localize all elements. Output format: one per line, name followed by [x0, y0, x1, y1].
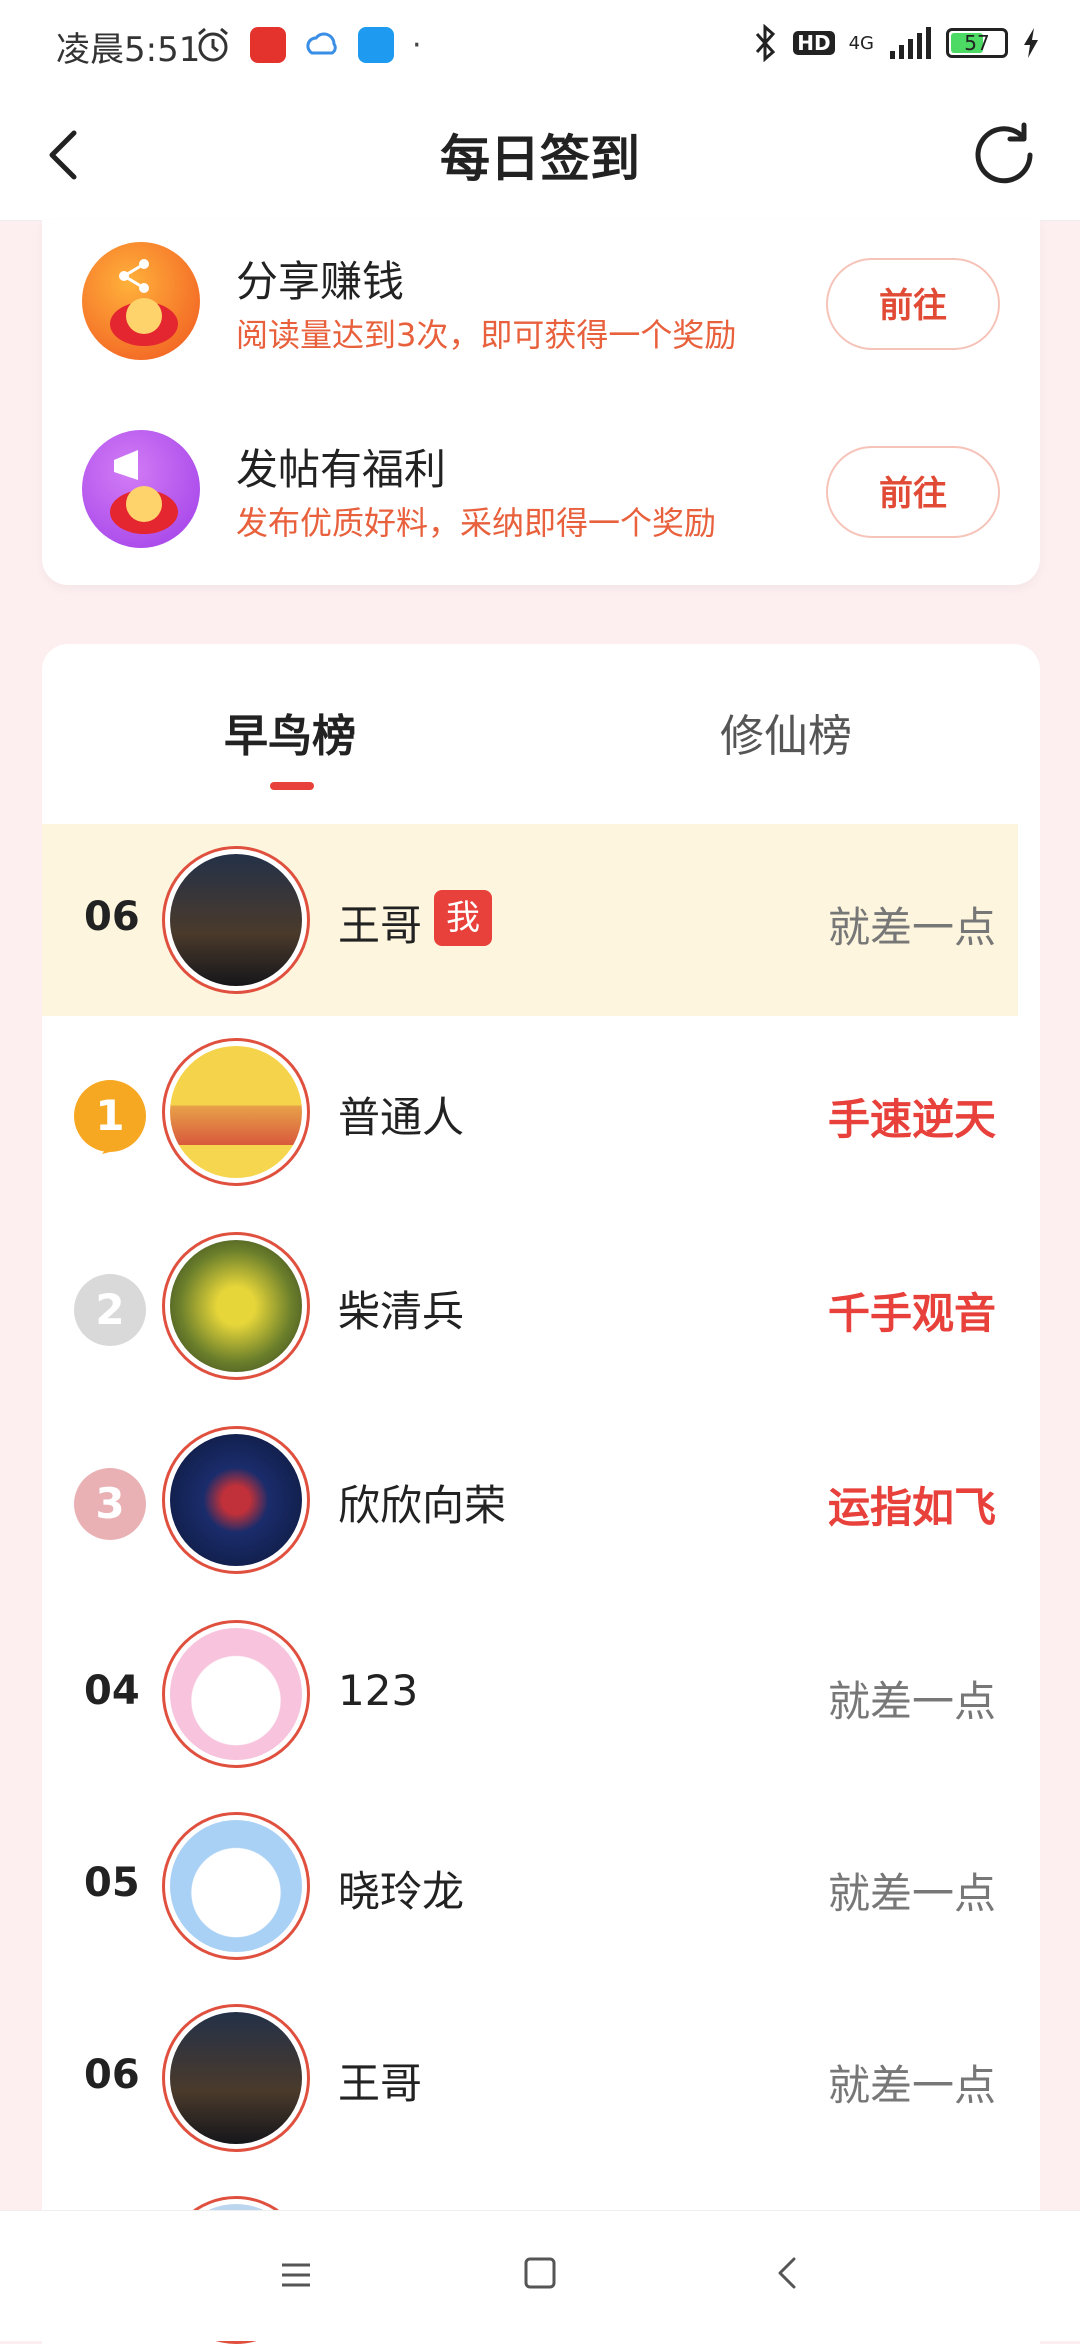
more-dot-icon: ·	[412, 27, 422, 63]
rank-number: 06	[84, 894, 140, 940]
bluetooth-icon	[756, 24, 776, 62]
menu-icon[interactable]	[278, 2257, 314, 2293]
task-desc: 阅读量达到3次，即可获得一个奖励	[236, 316, 737, 354]
cloud-app-icon	[306, 32, 337, 55]
avatar	[162, 1426, 310, 1574]
app-notification-icon	[250, 27, 286, 63]
rank-status: 就差一点	[827, 903, 996, 952]
status-right-icons: HD 4G 57	[753, 24, 1040, 62]
task-title: 分享赚钱	[236, 257, 405, 306]
avatar	[162, 1620, 310, 1768]
ranking-row-me[interactable]: 06 王哥 我 就差一点	[42, 824, 1018, 1016]
ranking-row[interactable]: 04 123 就差一点	[42, 1598, 1018, 1790]
ranking-card: 早鸟榜 修仙榜 06 王哥 我 就差一点 1 普通人 手速逆天 2 柴清兵 千手…	[42, 644, 1040, 2344]
network-type: 4G	[848, 32, 874, 54]
system-nav-bar	[0, 2210, 1080, 2341]
refresh-icon	[975, 122, 1033, 184]
avatar	[162, 1812, 310, 1960]
blue-app-icon	[358, 27, 394, 63]
tab-early-bird[interactable]: 早鸟榜	[224, 700, 356, 764]
rank-number: 05	[84, 1860, 140, 1906]
gold-medal-icon: 1	[74, 1080, 146, 1154]
username: 普通人	[338, 1093, 465, 1142]
rank-status: 千手观音	[827, 1289, 996, 1338]
silver-medal-icon: 2	[74, 1274, 146, 1346]
username: 晓玲龙	[338, 1867, 465, 1916]
rank-status: 就差一点	[827, 1869, 996, 1918]
ranking-row[interactable]: 06 王哥 就差一点	[42, 1982, 1018, 2174]
task-share: 分享赚钱 阅读量达到3次，即可获得一个奖励 前往	[42, 228, 1040, 378]
task-card: 分享赚钱 阅读量达到3次，即可获得一个奖励 前往 发帖有福利 发布优质好料，采纳…	[42, 220, 1040, 585]
alarm-icon	[198, 27, 228, 62]
top-navbar: 每日签到	[0, 95, 1080, 221]
ranking-row[interactable]: 2 柴清兵 千手观音	[42, 1210, 1018, 1402]
avatar	[162, 1232, 310, 1380]
ranking-row[interactable]: 3 欣欣向荣 运指如飞	[42, 1404, 1018, 1596]
page-title: 每日签到	[440, 130, 640, 188]
rank-status: 就差一点	[827, 1677, 996, 1726]
status-bar: 凌晨5:51 · HD 4G 57	[0, 0, 1080, 95]
back-triangle-icon[interactable]	[770, 2255, 806, 2291]
username: 123	[338, 1666, 419, 1715]
me-badge: 我	[434, 890, 492, 946]
tab-immortal[interactable]: 修仙榜	[720, 700, 852, 764]
rank-number: 04	[84, 1668, 140, 1714]
notification-icons: ·	[194, 26, 422, 64]
username: 欣欣向荣	[338, 1481, 507, 1530]
ranking-row[interactable]: 1 普通人 手速逆天	[42, 1016, 1018, 1208]
username: 王哥	[338, 901, 423, 950]
svg-text:2: 2	[95, 1285, 124, 1334]
rank-status: 就差一点	[827, 2061, 996, 2110]
svg-text:1: 1	[95, 1091, 124, 1140]
home-square-icon[interactable]	[522, 2255, 558, 2291]
bronze-medal-icon: 3	[74, 1468, 146, 1540]
go-button-share[interactable]: 前往	[826, 258, 1000, 350]
go-button-post[interactable]: 前往	[826, 446, 1000, 538]
task-title: 发帖有福利	[236, 445, 447, 494]
charging-icon	[1024, 28, 1038, 58]
signal-icon	[890, 27, 931, 59]
battery-level: 57	[964, 31, 990, 55]
username: 柴清兵	[338, 1287, 465, 1336]
rank-status: 运指如飞	[827, 1483, 996, 1532]
task-post: 发帖有福利 发布优质好料，采纳即得一个奖励 前往	[42, 416, 1040, 566]
battery-icon: 57	[946, 28, 1008, 58]
avatar	[162, 2004, 310, 2152]
rank-number: 06	[84, 2052, 140, 2098]
post-reward-icon	[82, 430, 200, 548]
refresh-button[interactable]	[964, 115, 1044, 195]
svg-text:3: 3	[95, 1479, 124, 1528]
ranking-row[interactable]: 05 晓玲龙 就差一点	[42, 1790, 1018, 1982]
avatar	[162, 846, 310, 994]
avatar	[162, 1038, 310, 1186]
share-money-icon	[82, 242, 200, 360]
hd-badge: HD	[793, 31, 835, 55]
status-time: 凌晨5:51	[56, 30, 201, 70]
task-desc: 发布优质好料，采纳即得一个奖励	[236, 504, 717, 542]
username: 王哥	[338, 2059, 423, 2108]
active-tab-indicator	[270, 782, 314, 790]
rank-status: 手速逆天	[827, 1095, 996, 1144]
